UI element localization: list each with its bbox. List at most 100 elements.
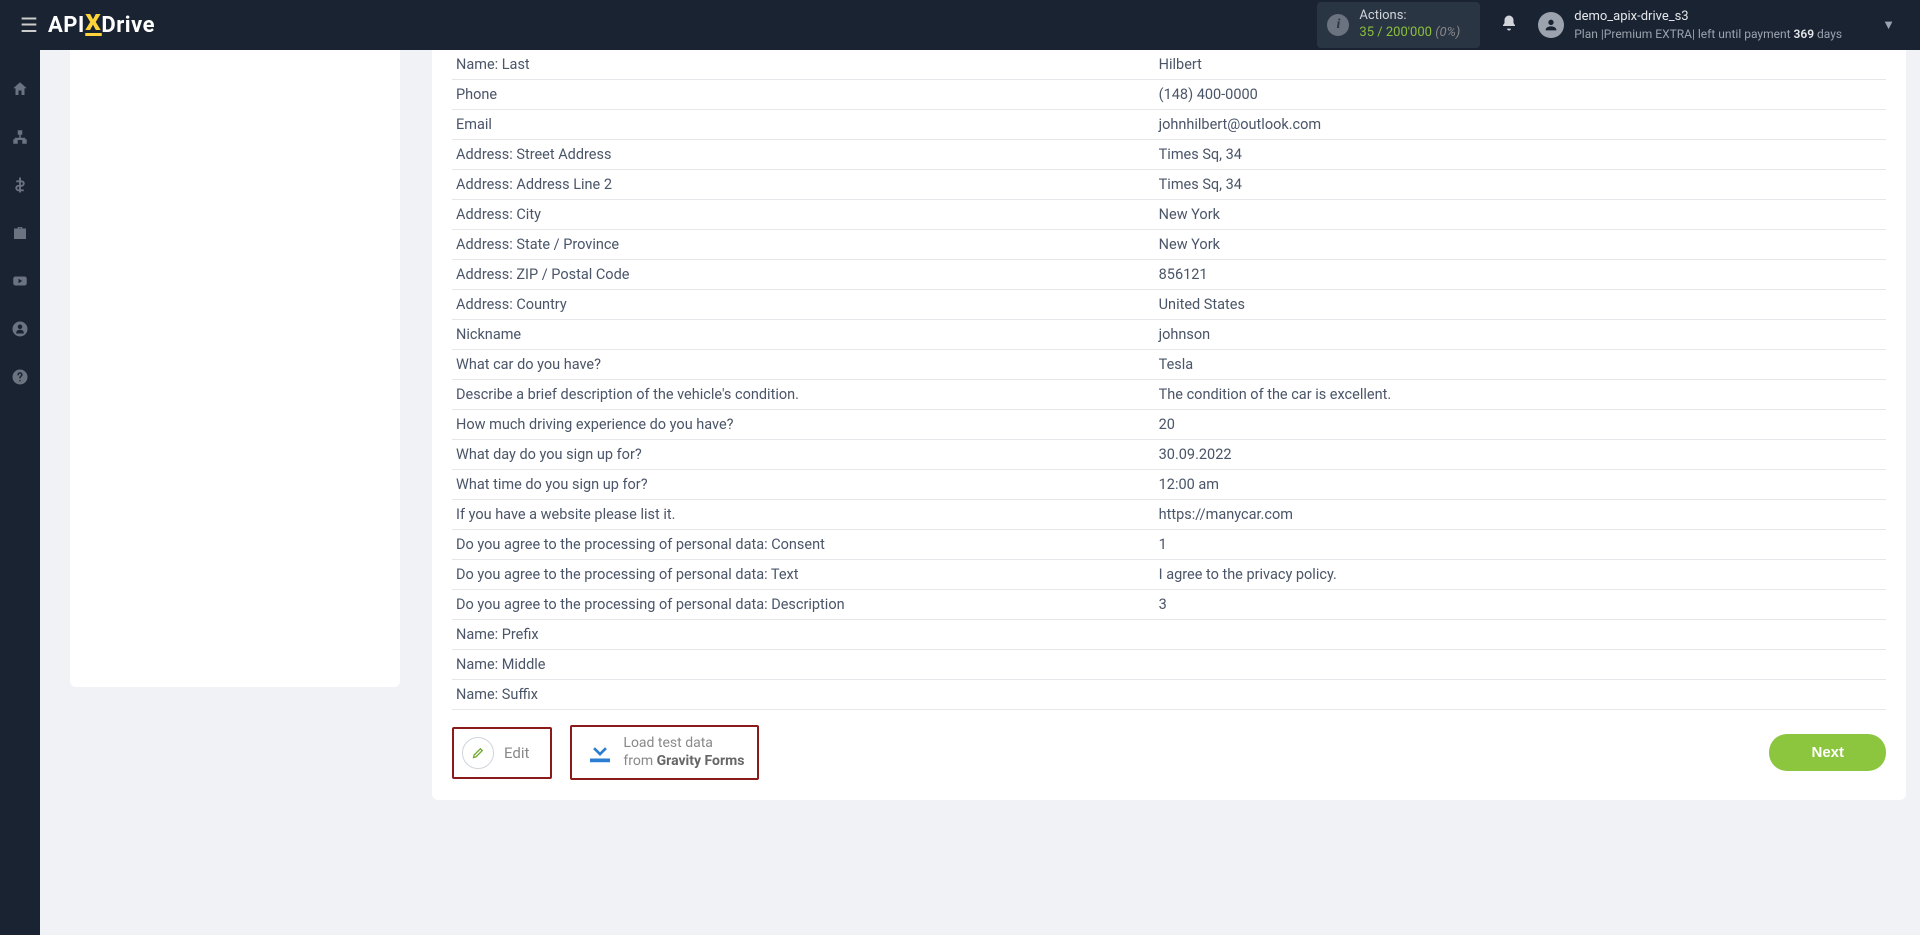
actions-used: 35 — [1359, 25, 1374, 40]
field-label: Do you agree to the processing of person… — [452, 560, 1155, 590]
field-label: Name: Middle — [452, 650, 1155, 680]
user-text: demo_apix-drive_s3 Plan |Premium EXTRA| … — [1574, 8, 1842, 42]
avatar — [1538, 12, 1564, 38]
app-header: ☰ APIXDrive i Actions: 35 / 200'000 (0%)… — [0, 0, 1920, 50]
field-label: What time do you sign up for? — [452, 470, 1155, 500]
actions-sep: / — [1374, 25, 1386, 40]
table-row: What time do you sign up for?12:00 am — [452, 470, 1886, 500]
field-label: Do you agree to the processing of person… — [452, 530, 1155, 560]
chevron-down-icon[interactable]: ▼ — [1882, 17, 1895, 33]
field-value: 856121 — [1155, 260, 1886, 290]
table-row: How much driving experience do you have?… — [452, 410, 1886, 440]
logo-text-x: X — [85, 14, 101, 37]
edit-highlight: Edit — [452, 727, 552, 779]
sidebar-briefcase-icon[interactable] — [11, 224, 29, 247]
field-label: Address: State / Province — [452, 230, 1155, 260]
field-label: Name: Last — [452, 50, 1155, 80]
plan-line: Plan |Premium EXTRA| left until payment … — [1574, 26, 1842, 42]
table-row: Do you agree to the processing of person… — [452, 560, 1886, 590]
logo-text-pre: API — [48, 13, 85, 38]
table-row: Address: CountryUnited States — [452, 290, 1886, 320]
field-value — [1155, 620, 1886, 650]
table-row: Describe a brief description of the vehi… — [452, 380, 1886, 410]
field-value: 30.09.2022 — [1155, 440, 1886, 470]
table-row: Do you agree to the processing of person… — [452, 590, 1886, 620]
field-value: 3 — [1155, 590, 1886, 620]
actions-total: 200'000 — [1386, 25, 1432, 40]
field-value: I agree to the privacy policy. — [1155, 560, 1886, 590]
sidebar-account-icon[interactable] — [11, 320, 29, 343]
actions-counter[interactable]: i Actions: 35 / 200'000 (0%) — [1317, 2, 1480, 48]
actions-label: Actions: — [1359, 8, 1460, 25]
field-value — [1155, 650, 1886, 680]
pencil-icon — [462, 737, 494, 769]
data-table: Name: LastHilbertPhone(148) 400-0000Emai… — [452, 50, 1886, 710]
table-row: Do you agree to the processing of person… — [452, 530, 1886, 560]
field-label: Address: Street Address — [452, 140, 1155, 170]
table-row: Address: Street AddressTimes Sq, 34 — [452, 140, 1886, 170]
actions-pct: (0%) — [1435, 25, 1460, 40]
username: demo_apix-drive_s3 — [1574, 8, 1842, 26]
field-label: What car do you have? — [452, 350, 1155, 380]
load-highlight: Load test data from Gravity Forms — [570, 725, 759, 780]
load-source: Gravity Forms — [657, 753, 745, 769]
logo-text-post: Drive — [101, 13, 155, 38]
field-label: Name: Suffix — [452, 680, 1155, 710]
sidebar-billing-icon[interactable] — [11, 176, 29, 199]
field-value: https://manycar.com — [1155, 500, 1886, 530]
table-row: Phone(148) 400-0000 — [452, 80, 1886, 110]
field-value: New York — [1155, 230, 1886, 260]
field-label: Address: Country — [452, 290, 1155, 320]
table-row: Nicknamejohnson — [452, 320, 1886, 350]
field-value: Times Sq, 34 — [1155, 170, 1886, 200]
table-row: Address: CityNew York — [452, 200, 1886, 230]
field-value: New York — [1155, 200, 1886, 230]
data-card: Name: LastHilbertPhone(148) 400-0000Emai… — [432, 50, 1906, 800]
bell-icon[interactable] — [1500, 14, 1518, 37]
user-menu[interactable]: demo_apix-drive_s3 Plan |Premium EXTRA| … — [1538, 8, 1920, 42]
main-area: Name: LastHilbertPhone(148) 400-0000Emai… — [40, 50, 1920, 935]
table-row: Name: Suffix — [452, 680, 1886, 710]
field-value: United States — [1155, 290, 1886, 320]
field-label: Address: City — [452, 200, 1155, 230]
menu-toggle-icon[interactable]: ☰ — [10, 13, 48, 37]
field-label: Address: Address Line 2 — [452, 170, 1155, 200]
sidebar-youtube-icon[interactable] — [11, 272, 29, 295]
sidebar-home-icon[interactable] — [11, 80, 29, 103]
field-value: 12:00 am — [1155, 470, 1886, 500]
table-row: Emailjohnhilbert@outlook.com — [452, 110, 1886, 140]
table-row: What car do you have?Tesla — [452, 350, 1886, 380]
edit-label: Edit — [504, 744, 529, 762]
table-row: What day do you sign up for?30.09.2022 — [452, 440, 1886, 470]
table-row: Address: Address Line 2Times Sq, 34 — [452, 170, 1886, 200]
sidebar — [0, 50, 40, 935]
field-label: Nickname — [452, 320, 1155, 350]
actions-text: Actions: 35 / 200'000 (0%) — [1359, 8, 1460, 42]
edit-button[interactable]: Edit — [457, 732, 547, 774]
field-value: Hilbert — [1155, 50, 1886, 80]
button-row: Edit Load test data from Gravity Forms N… — [452, 725, 1886, 780]
sidebar-connections-icon[interactable] — [11, 128, 29, 151]
table-row: Name: Middle — [452, 650, 1886, 680]
table-row: Name: LastHilbert — [452, 50, 1886, 80]
field-label: Describe a brief description of the vehi… — [452, 380, 1155, 410]
field-label: Do you agree to the processing of person… — [452, 590, 1155, 620]
load-text: Load test data from Gravity Forms — [623, 735, 744, 770]
field-label: What day do you sign up for? — [452, 440, 1155, 470]
next-button[interactable]: Next — [1769, 734, 1886, 771]
field-value: johnson — [1155, 320, 1886, 350]
info-icon: i — [1327, 14, 1349, 36]
field-value: The condition of the car is excellent. — [1155, 380, 1886, 410]
sidebar-help-icon[interactable] — [11, 368, 29, 391]
field-value — [1155, 680, 1886, 710]
load-test-data-button[interactable]: Load test data from Gravity Forms — [575, 730, 754, 775]
field-label: How much driving experience do you have? — [452, 410, 1155, 440]
table-row: If you have a website please list it.htt… — [452, 500, 1886, 530]
field-value: Times Sq, 34 — [1155, 140, 1886, 170]
field-label: If you have a website please list it. — [452, 500, 1155, 530]
download-icon — [585, 736, 615, 770]
load-line1: Load test data — [623, 735, 744, 753]
table-row: Address: ZIP / Postal Code856121 — [452, 260, 1886, 290]
logo[interactable]: APIXDrive — [48, 13, 155, 38]
field-label: Email — [452, 110, 1155, 140]
